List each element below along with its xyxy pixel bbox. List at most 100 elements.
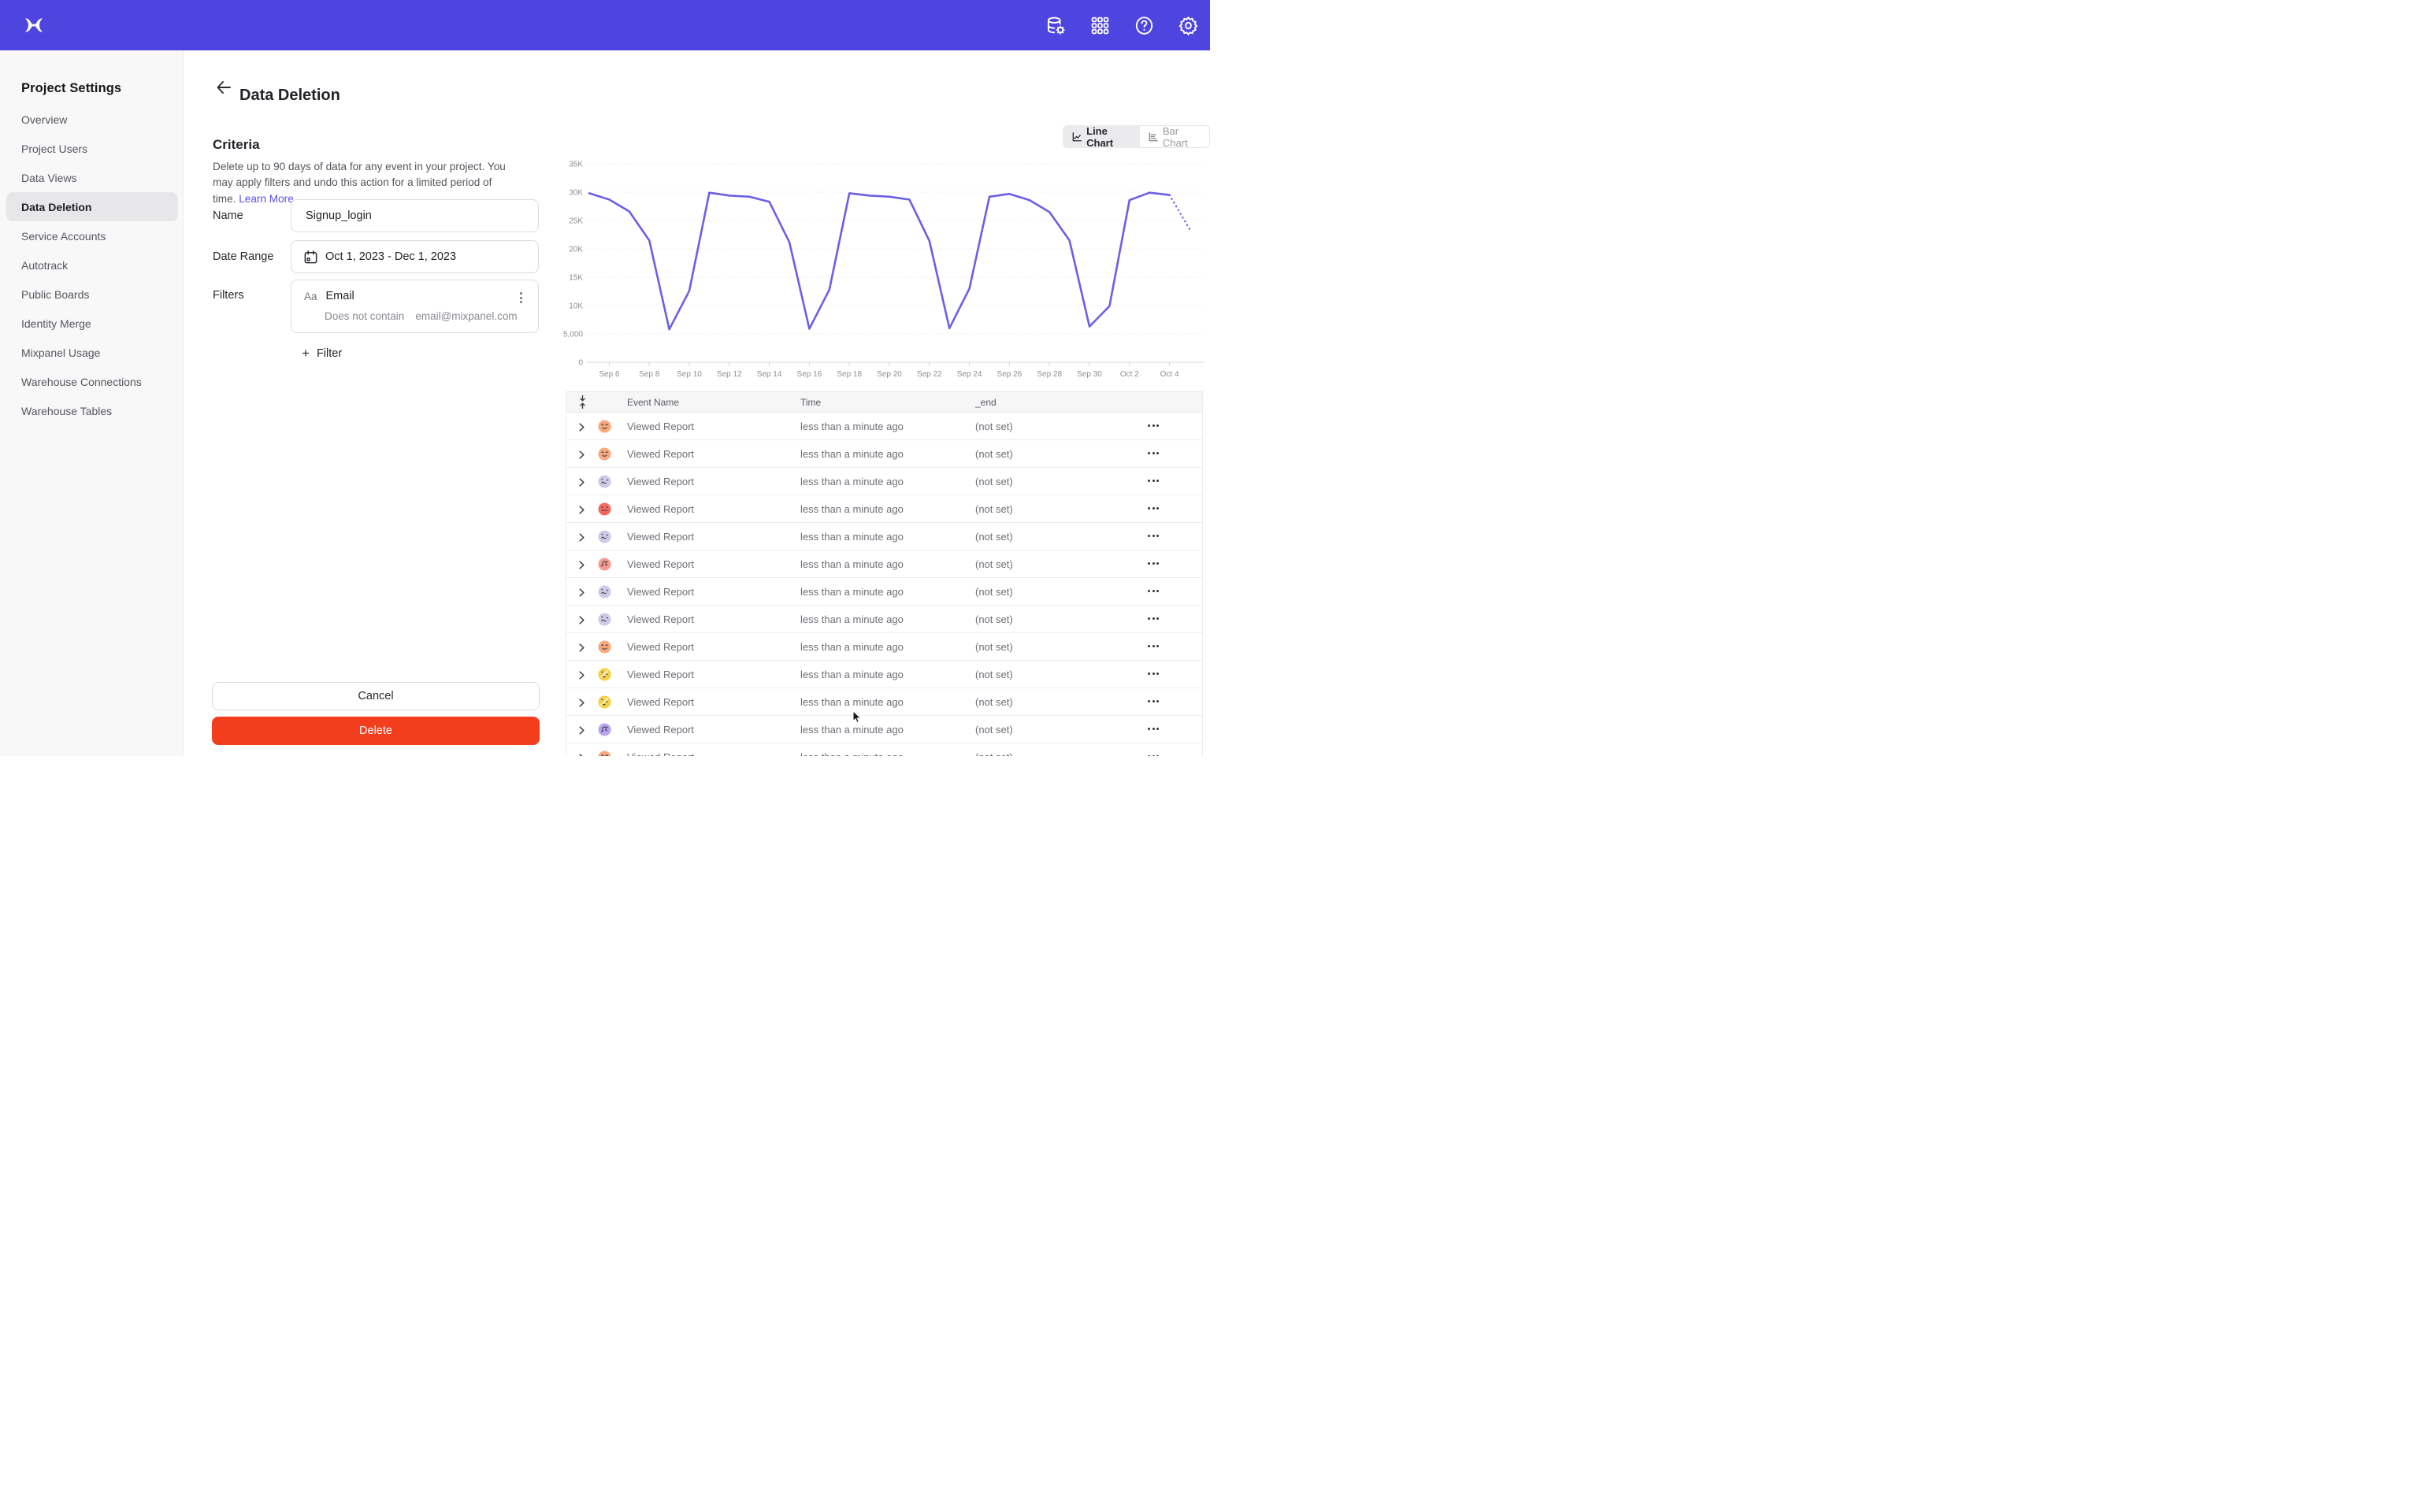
expand-chevron-icon[interactable] — [579, 698, 585, 710]
topbar-actions — [1034, 0, 1210, 50]
table-row[interactable]: Viewed Report less than a minute ago (no… — [566, 661, 1202, 688]
sidebar-item-autotrack[interactable]: Autotrack — [6, 250, 178, 280]
add-filter-button[interactable]: + Filter — [302, 346, 342, 360]
page-title: Data Deletion — [239, 87, 340, 105]
row-menu-icon[interactable] — [1148, 562, 1159, 565]
table-row[interactable]: Viewed Report less than a minute ago (no… — [566, 578, 1202, 606]
svg-text:20K: 20K — [569, 246, 583, 254]
expand-chevron-icon[interactable] — [579, 505, 585, 517]
date-range-field[interactable]: Oct 1, 2023 - Dec 1, 2023 — [291, 240, 539, 273]
back-button[interactable] — [213, 77, 234, 98]
row-menu-icon[interactable] — [1148, 700, 1159, 702]
time-cell: less than a minute ago — [800, 641, 904, 653]
row-menu-icon[interactable] — [1148, 645, 1159, 647]
end-cell: (not set) — [975, 669, 1013, 680]
sidebar-item-data-views[interactable]: Data Views — [6, 163, 178, 192]
name-label: Name — [213, 209, 243, 222]
mixpanel-logo[interactable] — [24, 15, 44, 35]
expand-chevron-icon[interactable] — [579, 450, 585, 461]
table-row[interactable]: Viewed Report less than a minute ago (no… — [566, 495, 1202, 523]
settings-gear-icon[interactable] — [1166, 0, 1210, 50]
svg-text:10K: 10K — [569, 302, 583, 311]
cancel-button[interactable]: Cancel — [212, 682, 540, 710]
row-menu-icon[interactable] — [1148, 507, 1159, 510]
sidebar-item-project-users[interactable]: Project Users — [6, 134, 178, 163]
time-cell: less than a minute ago — [800, 696, 904, 708]
expand-chevron-icon[interactable] — [579, 587, 585, 599]
table-row[interactable]: Viewed Report less than a minute ago (no… — [566, 413, 1202, 440]
sidebar-item-overview[interactable]: Overview — [6, 105, 178, 134]
topbar — [0, 0, 1210, 50]
event-name-cell: Viewed Report — [627, 531, 694, 543]
row-menu-icon[interactable] — [1148, 452, 1159, 454]
expand-chevron-icon[interactable] — [579, 753, 585, 756]
end-cell: (not set) — [975, 476, 1013, 487]
user-avatar — [598, 750, 611, 756]
learn-more-link[interactable]: Learn More — [239, 193, 294, 205]
table-body: Viewed Report less than a minute ago (no… — [566, 413, 1202, 756]
user-avatar — [598, 558, 611, 571]
row-menu-icon[interactable] — [1148, 755, 1159, 756]
table-row[interactable]: Viewed Report less than a minute ago (no… — [566, 633, 1202, 661]
user-avatar — [598, 613, 611, 626]
time-cell: less than a minute ago — [800, 751, 904, 756]
table-row[interactable]: Viewed Report less than a minute ago (no… — [566, 523, 1202, 550]
svg-text:35K: 35K — [569, 161, 583, 169]
table-row[interactable]: Viewed Report less than a minute ago (no… — [566, 550, 1202, 578]
name-input[interactable] — [304, 209, 533, 223]
data-management-icon[interactable] — [1034, 0, 1078, 50]
time-cell: less than a minute ago — [800, 586, 904, 598]
user-avatar — [598, 502, 611, 516]
row-menu-icon[interactable] — [1148, 535, 1159, 537]
table-row[interactable]: Viewed Report less than a minute ago (no… — [566, 606, 1202, 633]
time-cell: less than a minute ago — [800, 724, 904, 736]
row-menu-icon[interactable] — [1148, 617, 1159, 620]
event-name-cell: Viewed Report — [627, 613, 694, 625]
filter-value: email@mixpanel.com — [415, 310, 517, 322]
expand-chevron-icon[interactable] — [579, 615, 585, 627]
sidebar-item-warehouse-connections[interactable]: Warehouse Connections — [6, 367, 178, 396]
apps-grid-icon[interactable] — [1078, 0, 1122, 50]
svg-text:Oct 4: Oct 4 — [1160, 370, 1179, 379]
user-avatar — [598, 723, 611, 736]
column-header-end[interactable]: _end — [975, 397, 997, 408]
row-menu-icon[interactable] — [1148, 590, 1159, 592]
table-row[interactable]: Viewed Report less than a minute ago (no… — [566, 688, 1202, 716]
table-row[interactable]: Viewed Report less than a minute ago (no… — [566, 743, 1202, 756]
expand-chevron-icon[interactable] — [579, 643, 585, 654]
filter-condition[interactable]: Does not containemail@mixpanel.com — [325, 310, 518, 322]
time-cell: less than a minute ago — [800, 476, 904, 487]
sidebar-item-data-deletion[interactable]: Data Deletion — [6, 192, 178, 221]
filter-property-row[interactable]: Aa Email — [304, 290, 354, 302]
row-menu-icon[interactable] — [1148, 424, 1159, 427]
event-name-cell: Viewed Report — [627, 421, 694, 432]
time-cell: less than a minute ago — [800, 613, 904, 625]
column-header-time[interactable]: Time — [800, 397, 821, 408]
expand-chevron-icon[interactable] — [579, 560, 585, 572]
expand-chevron-icon[interactable] — [579, 422, 585, 434]
events-line-chart[interactable]: 05,00010K15K20K25K30K35KSep 6Sep 8Sep 10… — [562, 126, 1210, 389]
row-menu-icon[interactable] — [1148, 728, 1159, 730]
expand-chevron-icon[interactable] — [579, 670, 585, 682]
row-menu-icon[interactable] — [1148, 480, 1159, 482]
expand-chevron-icon[interactable] — [579, 477, 585, 489]
end-cell: (not set) — [975, 751, 1013, 756]
sidebar-item-mixpanel-usage[interactable]: Mixpanel Usage — [6, 338, 178, 367]
sidebar-item-warehouse-tables[interactable]: Warehouse Tables — [6, 396, 178, 425]
sidebar-item-identity-merge[interactable]: Identity Merge — [6, 309, 178, 338]
column-header-event-name[interactable]: Event Name — [627, 397, 679, 408]
svg-text:30K: 30K — [569, 189, 583, 198]
filter-menu-icon[interactable] — [513, 289, 529, 306]
expand-chevron-icon[interactable] — [579, 725, 585, 737]
sidebar-item-service-accounts[interactable]: Service Accounts — [6, 221, 178, 250]
table-row[interactable]: Viewed Report less than a minute ago (no… — [566, 440, 1202, 468]
delete-button[interactable]: Delete — [212, 717, 540, 745]
time-cell: less than a minute ago — [800, 669, 904, 680]
expand-chevron-icon[interactable] — [579, 532, 585, 544]
row-menu-icon[interactable] — [1148, 673, 1159, 675]
help-icon[interactable] — [1122, 0, 1166, 50]
sort-icon[interactable] — [579, 395, 586, 411]
table-row[interactable]: Viewed Report less than a minute ago (no… — [566, 716, 1202, 743]
table-row[interactable]: Viewed Report less than a minute ago (no… — [566, 468, 1202, 495]
sidebar-item-public-boards[interactable]: Public Boards — [6, 280, 178, 309]
